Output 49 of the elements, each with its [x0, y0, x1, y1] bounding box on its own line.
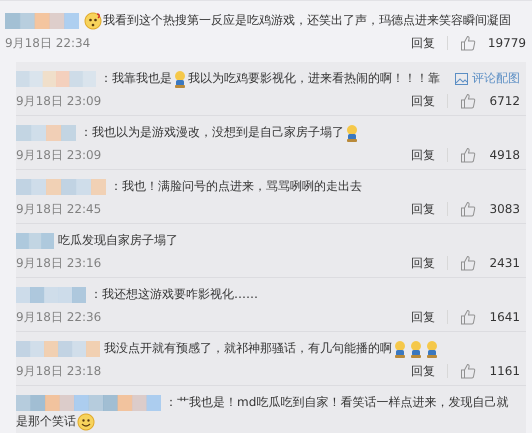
- reply-text: ：我靠我也是: [100, 71, 172, 85]
- blurred-username: [16, 124, 76, 141]
- reply-text: 我没点开就有预感了，就祁神那骚话，有几句能播的啊: [104, 341, 392, 355]
- reply-link[interactable]: 回复: [411, 362, 435, 380]
- confused-face-icon: [84, 12, 102, 30]
- smile-icon: [77, 412, 95, 431]
- like-count: 1161: [488, 364, 520, 378]
- doll-icon: [345, 124, 359, 142]
- reply-text: ：我也以为是游戏漫改，没想到是自己家房子塌了: [80, 125, 344, 139]
- reply-text: ：我还想这游戏要咋影视化……: [90, 287, 258, 301]
- reply-time: 9月18日 23:09: [16, 146, 102, 164]
- thumbs-up-icon[interactable]: [460, 363, 476, 379]
- reply-link[interactable]: 回复: [411, 92, 435, 110]
- like-count: 4918: [488, 148, 520, 162]
- reply-link[interactable]: 回复: [411, 146, 435, 164]
- reply-text: 吃瓜发现自家房子塌了: [58, 233, 178, 247]
- reply-text: ：我也！满脸问号的点进来，骂骂咧咧的走出去: [110, 179, 362, 193]
- reply-time: 9月18日 23:09: [16, 92, 102, 110]
- comment-time: 9月18日 22:34: [5, 34, 90, 52]
- thumbs-up-icon[interactable]: [460, 255, 476, 271]
- comment-text: 我看到这个热搜第一反应是吃鸡游戏，还笑出了声，玛德点进来笑容瞬间凝固: [103, 13, 511, 27]
- reply-text: 我以为吃鸡要影视化，进来看热闹的啊！！！靠: [188, 71, 440, 85]
- image-icon[interactable]: [455, 72, 468, 84]
- reply-link[interactable]: 回复: [411, 308, 435, 326]
- doll-icon: [173, 70, 187, 88]
- doll-icon: [393, 340, 407, 358]
- thumbs-up-icon[interactable]: [460, 93, 476, 109]
- thumbs-up-icon[interactable]: [460, 309, 476, 325]
- thumbs-up-icon[interactable]: [460, 147, 476, 163]
- like-count: 2431: [488, 256, 520, 270]
- doll-icon: [409, 340, 423, 358]
- reply-link[interactable]: 回复: [411, 200, 435, 218]
- thumbs-up-icon[interactable]: [460, 201, 476, 217]
- reply-link[interactable]: 回复: [410, 34, 435, 52]
- reply-time: 9月18日 23:18: [16, 362, 102, 380]
- like-count: 6712: [488, 94, 520, 108]
- reply-text: ：艹我也是！md吃瓜吃到自家！看笑话一样点进来，发现自己就: [165, 395, 508, 409]
- doll-icon: [425, 340, 439, 358]
- reply-time: 9月18日 22:36: [16, 308, 102, 326]
- reply-time: 9月18日 22:45: [16, 200, 102, 218]
- reply-time: 9月18日 23:16: [16, 254, 102, 272]
- reply-text: 是那个笑话: [16, 414, 76, 428]
- blurred-username: [16, 286, 86, 303]
- blurred-username: [16, 232, 54, 249]
- thumbs-up-icon[interactable]: [460, 35, 476, 51]
- reply-link[interactable]: 回复: [411, 254, 435, 272]
- like-count: 1641: [488, 310, 520, 324]
- like-count: 3083: [488, 202, 520, 216]
- like-count: 19779: [488, 36, 526, 50]
